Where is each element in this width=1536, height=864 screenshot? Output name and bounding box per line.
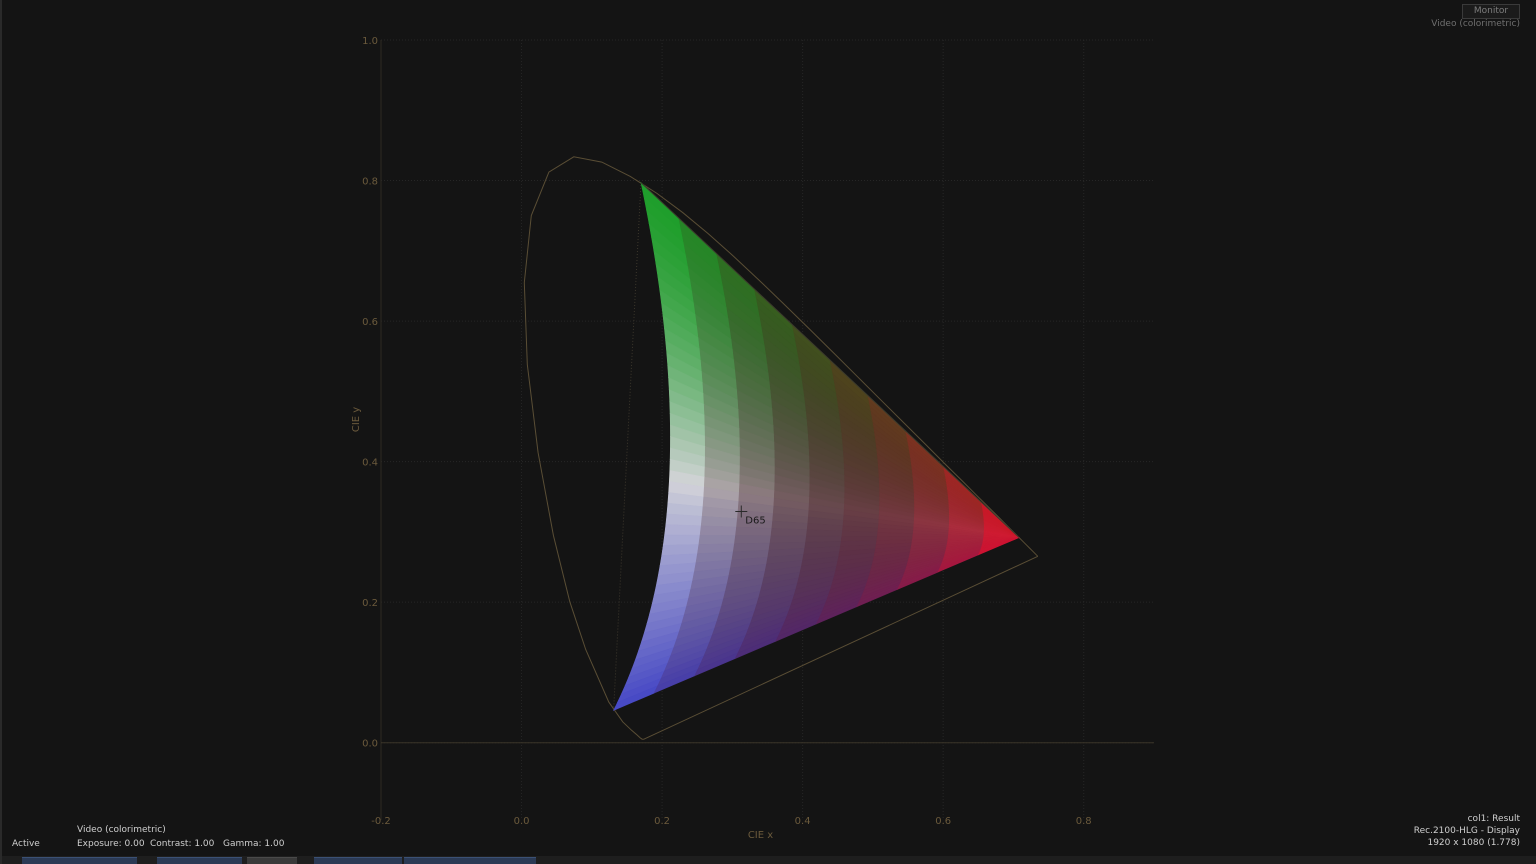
gamut-fill-cell xyxy=(841,530,879,537)
x-tick-label: 0.6 xyxy=(935,816,951,827)
strip-tab-3[interactable] xyxy=(247,857,297,864)
x-tick-label: 0.8 xyxy=(1076,816,1092,827)
monitor-button[interactable]: Monitor xyxy=(1462,4,1520,19)
status-text: Active xyxy=(12,839,40,849)
x-axis-title: CIE x xyxy=(748,830,773,841)
x-tick-label: 0.0 xyxy=(514,816,530,827)
gamut-fill-cell xyxy=(662,534,701,546)
y-tick-label: 0.4 xyxy=(362,458,378,469)
white-point-label: D65 xyxy=(745,516,765,527)
gamut-fill xyxy=(612,181,1020,711)
colorspace-name: Rec.2100-HLG - Display xyxy=(1413,826,1520,836)
gamut-fill-cell xyxy=(665,513,703,527)
scope-mode-label: Video (colorimetric) xyxy=(1431,19,1520,29)
y-tick-label: 0.8 xyxy=(362,177,378,188)
y-axis-title: CIE y xyxy=(351,407,362,432)
resolution-readout: 1920 x 1080 (1.778) xyxy=(1427,838,1520,848)
strip-tab-5[interactable] xyxy=(404,857,536,864)
y-tick-label: 1.0 xyxy=(362,36,378,47)
source-name: col1: Result xyxy=(1467,814,1520,824)
gamut-fill-cell xyxy=(735,526,773,537)
gamut-fill-cell xyxy=(698,534,736,545)
gamut-fill-cell xyxy=(699,525,737,536)
gamut-guide-line xyxy=(613,182,642,711)
gamut-fill-cell xyxy=(734,535,772,545)
x-tick-label: 0.2 xyxy=(654,816,670,827)
bottom-tab-strip xyxy=(2,856,1536,864)
gamut-fill-cell xyxy=(770,528,808,537)
y-tick-label: 0.0 xyxy=(362,739,378,750)
strip-tab-2[interactable] xyxy=(157,857,242,864)
y-tick-label: 0.2 xyxy=(362,598,378,609)
chromaticity-plot[interactable]: -0.2 0.0 0.2 0.4 0.6 0.80.00.20.40.60.81.0 D6… xyxy=(2,0,1536,864)
y-tick-label: 0.6 xyxy=(362,317,378,328)
strip-tab-1[interactable] xyxy=(22,857,137,864)
gamma-readout[interactable]: Gamma: 1.00 xyxy=(223,839,284,849)
strip-tab-4[interactable] xyxy=(314,857,402,864)
gamut-fill-cell xyxy=(769,535,807,544)
exposure-readout[interactable]: Exposure: 0.00 xyxy=(77,839,145,849)
x-tick-label: 0.4 xyxy=(795,816,811,827)
gamut-fill-cell xyxy=(664,524,702,536)
contrast-readout[interactable]: Contrast: 1.00 xyxy=(150,839,214,849)
gamut-fill-cell xyxy=(806,529,843,537)
scope-mode-hud: Video (colorimetric) xyxy=(77,825,166,835)
scope-viewer[interactable]: -0.2 0.0 0.2 0.4 0.6 0.8 0.0 0.2 0.4 0.6 0.8 1.0 D6… xyxy=(0,0,1536,864)
